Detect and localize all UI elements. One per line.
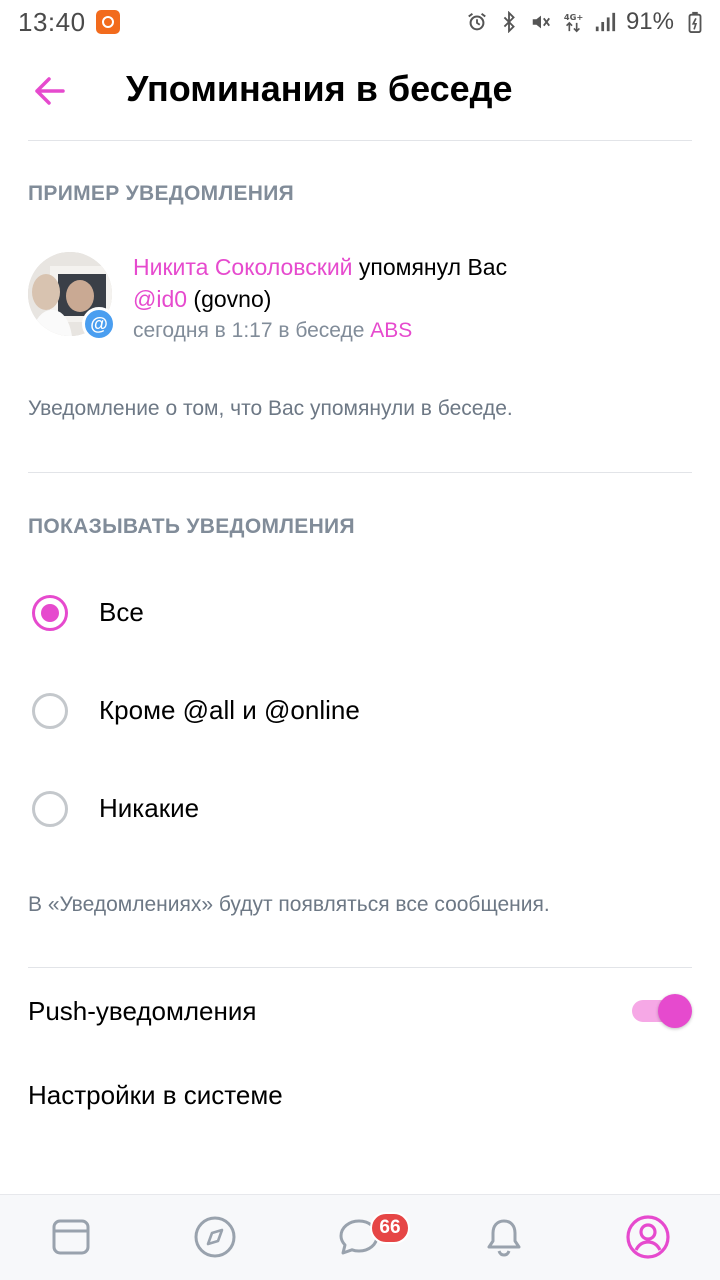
push-notifications-label[interactable]: Push-уведомления [28,996,256,1027]
notification-chat-name[interactable]: ABS [370,319,412,342]
nav-news[interactable] [47,1213,95,1261]
mention-badge: @ [82,307,116,341]
back-button[interactable] [26,68,72,114]
bottom-navigation [0,1194,720,1280]
header-divider [28,140,692,141]
radio-button[interactable] [32,791,68,827]
notification-meta: сегодня в 1:17 в беседе ABS [133,319,412,343]
nav-profile[interactable] [624,1213,672,1261]
nav-notifications[interactable] [480,1213,528,1261]
status-icons: 4G+ 91% [466,8,706,36]
radio-button-checked[interactable] [32,595,68,631]
profile-icon [626,1215,670,1259]
example-section-title: ПРИМЕР УВЕДОМЛЕНИЯ [28,182,295,205]
notification-time: сегодня в 1:17 в беседе [133,319,371,342]
radio-option-label: Кроме @all и @online [99,695,360,725]
radio-option-label: Все [99,597,144,627]
notification-action: упомянул Вас [352,254,508,280]
svg-text:4G+: 4G+ [564,12,584,22]
system-settings-link[interactable]: Настройки в системе [28,1080,283,1111]
radio-option-none[interactable]: Никакие [0,769,720,849]
signal-icon [595,12,616,32]
show-notifications-title: ПОКАЗЫВАТЬ УВЕДОМЛЕНИЯ [28,515,355,538]
notification-author[interactable]: Никита Соколовский [133,254,353,280]
alarm-icon [468,12,486,31]
show-notifications-hint: В «Уведомлениях» будут появляться все со… [28,893,550,916]
toggle-thumb [658,994,692,1028]
notification-mention-suffix: (govno) [187,286,272,312]
status-bar: 13:40 4G+ 91% [0,0,720,44]
header: Упоминания в беседе [0,44,720,140]
notification-title: Никита Соколовский упомянул Вас [133,254,507,281]
push-notifications-toggle[interactable] [630,994,694,1028]
radio-option-except-all-online[interactable]: Кроме @all и @online [0,671,720,751]
news-icon [52,1219,90,1255]
discover-icon [194,1216,236,1258]
notifications-icon [487,1219,521,1257]
status-time: 13:40 [18,7,86,37]
arrow-left-icon [35,77,65,105]
notification-mention[interactable]: @id0 [133,286,187,312]
section-divider [28,967,692,968]
network-4g-icon: 4G+ [564,12,584,33]
page-title: Упоминания в беседе [126,68,513,109]
radio-option-all[interactable]: Все [0,573,720,653]
nav-discover[interactable] [191,1213,239,1261]
app-notification-icon [96,10,120,34]
mute-icon [532,15,550,29]
bluetooth-icon [503,11,515,33]
section-divider [28,472,692,473]
messages-count-badge: 66 [370,1212,410,1244]
battery-icon [688,11,702,33]
example-description: Уведомление о том, что Вас упомянули в б… [28,397,513,420]
notification-text: @id0 (govno) [133,286,271,313]
radio-option-label: Никакие [99,793,200,823]
battery-percent: 91% [625,8,674,35]
radio-button[interactable] [32,693,68,729]
